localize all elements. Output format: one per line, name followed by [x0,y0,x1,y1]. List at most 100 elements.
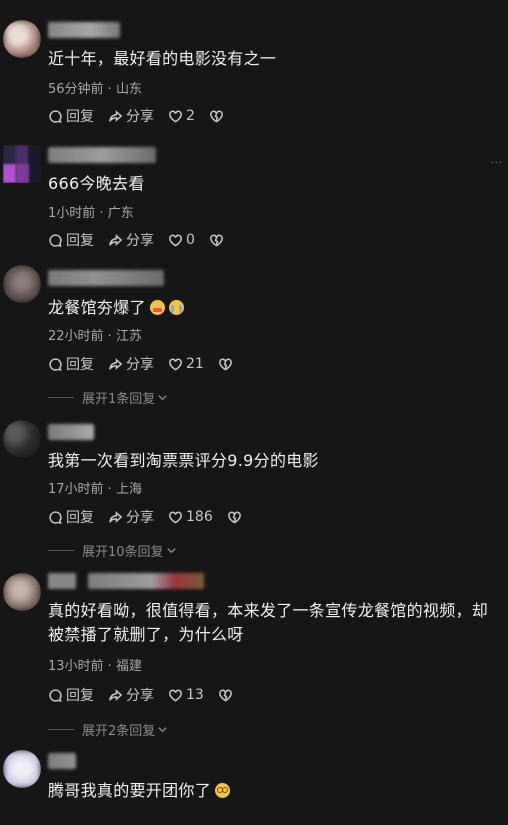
heart-icon [169,234,182,247]
avatar[interactable] [3,750,41,788]
like-button[interactable]: 2 [168,108,195,124]
dislike-button[interactable] [218,357,233,372]
comment-location: 山东 [115,82,142,97]
expand-replies-button[interactable]: 展开2条回复 [48,720,168,739]
share-label: 分享 [126,510,154,526]
crying-face-icon [168,300,184,315]
username[interactable] [48,147,156,163]
like-count: 186 [186,509,213,525]
expand-replies-label: 展开1条回复 [82,392,156,407]
broken-heart-icon [218,689,232,702]
heart-icon [169,689,182,702]
heart-icon [169,511,182,524]
dislike-button[interactable] [209,109,224,124]
username[interactable] [48,22,120,38]
broken-heart-icon [210,234,223,247]
reply-button[interactable]: 回复 [48,230,94,250]
share-arrow-icon [109,233,123,246]
avatar[interactable] [3,20,41,58]
comment-time: 13小时前 [48,659,104,674]
divider-line [48,729,74,730]
share-button[interactable]: 分享 [108,230,154,250]
reply-button[interactable]: 回复 [48,106,94,126]
like-button[interactable]: 21 [168,356,204,372]
share-arrow-icon [109,357,123,370]
username[interactable] [48,573,76,589]
reply-label: 回复 [66,233,94,249]
share-button[interactable]: 分享 [108,106,154,126]
chat-bubble-icon [49,688,62,702]
comment-meta: 22小时前 · 江苏 [48,329,142,344]
comment-text: 我第一次看到淘票票评分9.9分的电影 [48,451,319,470]
reply-label: 回复 [66,688,94,704]
more-options-icon[interactable]: ··· [490,158,503,169]
chevron-down-icon [158,395,167,401]
comment-actions: 回复 分享 2 [48,106,238,126]
comment-meta: 17小时前 · 上海 [48,482,142,497]
comment-location: 福建 [115,659,142,674]
share-label: 分享 [126,233,154,249]
like-count: 21 [186,356,204,372]
username-badge [88,573,204,589]
comment-actions: 回复 分享 13 [48,685,247,705]
comment-location: 江苏 [115,329,142,344]
like-button[interactable]: 13 [168,687,204,703]
dislike-button[interactable] [218,688,233,703]
expand-replies-button[interactable]: 展开1条回复 [48,388,168,407]
chevron-down-icon [166,548,176,554]
like-count: 2 [186,108,195,124]
share-button[interactable]: 分享 [108,507,154,527]
chevron-down-icon [158,727,167,733]
expand-replies-button[interactable]: 展开10条回复 [48,541,177,560]
chat-bubble-icon [49,510,62,524]
chat-bubble-icon [49,233,62,247]
share-arrow-icon [109,688,123,701]
comment-text: 真的好看呦，很值得看，本来发了一条宣传龙餐馆的视频，却被禁播了就删了，为什么呀 [48,601,489,644]
avatar[interactable] [3,420,41,458]
comment-text: 近十年，最好看的电影没有之一 [48,49,277,68]
heart-icon [169,110,182,123]
broken-heart-icon [210,110,223,123]
divider-line [48,397,74,398]
share-label: 分享 [126,688,154,704]
grimace-face-icon [149,300,165,315]
username[interactable] [48,424,94,440]
comment-meta: 56分钟前 · 山东 [48,82,142,97]
reply-button[interactable]: 回复 [48,354,94,374]
reply-label: 回复 [66,357,94,373]
comment-text-body: 龙餐馆夯爆了 [48,298,146,317]
username[interactable] [48,753,76,769]
like-count: 13 [186,687,204,703]
reply-button[interactable]: 回复 [48,507,94,527]
dislike-button[interactable] [227,510,242,525]
comment-actions: 回复 分享 0 [48,230,238,250]
divider-line [48,550,74,551]
share-arrow-icon [109,109,123,122]
reply-label: 回复 [66,109,94,125]
comment-time: 17小时前 [48,482,104,497]
dislike-button[interactable] [209,233,224,248]
comment-text: 666今晚去看 [48,174,145,193]
comment-actions: 回复 分享 21 [48,354,247,374]
avatar[interactable] [3,145,41,183]
comment-text: 腾哥我真的要开团你了 [48,779,500,803]
like-count: 0 [186,232,195,248]
username[interactable] [48,270,164,286]
chat-bubble-icon [49,109,62,123]
like-button[interactable]: 0 [168,232,195,248]
heart-icon [169,358,182,371]
comment-text-body: 腾哥我真的要开团你了 [48,781,212,800]
like-button[interactable]: 186 [168,509,213,525]
avatar[interactable] [3,265,41,303]
reply-button[interactable]: 回复 [48,685,94,705]
expand-replies-label: 展开2条回复 [82,724,156,739]
share-button[interactable]: 分享 [108,354,154,374]
share-arrow-icon [109,510,123,523]
comment-actions: 回复 分享 186 [48,507,256,527]
share-button[interactable]: 分享 [108,685,154,705]
comment-meta: 13小时前 · 福建 [48,659,142,674]
avatar[interactable] [3,573,41,611]
broken-heart-icon [218,358,232,371]
comment-location: 广东 [107,206,134,221]
expand-replies-label: 展开10条回复 [82,545,164,560]
